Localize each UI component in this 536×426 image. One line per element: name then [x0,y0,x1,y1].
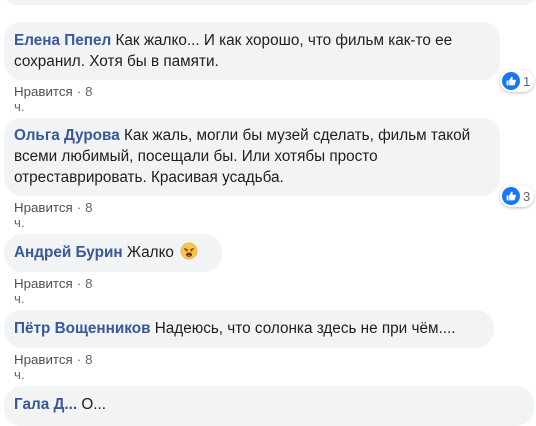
like-link[interactable]: Нравится [14,352,73,367]
comment-meta: Нравится · 8 ч. [14,84,93,114]
comment-author[interactable]: Ольга Дурова [14,127,120,144]
comment-author[interactable]: Елена Пепел [14,32,111,49]
comment-text: Как жаль, могли бы музей сделать, фильм … [123,127,471,144]
comment-meta: Нравится · 8 ч. [14,200,93,230]
comment-meta: Нравится · 8 ч. [14,276,93,306]
like-link[interactable]: Нравится [14,200,73,215]
comment-text: отреставрировать. Красивая усадьба. [14,169,284,186]
comment-bubble: Пётр Вощенников Надеюсь, что солонка зде… [4,310,494,348]
reactions-count: 1 [523,73,531,89]
separator-dot: · [76,84,82,99]
reactions-badge[interactable]: 3 [500,185,535,207]
separator-dot: · [76,352,82,367]
separator-dot: · [76,276,82,291]
comment-bubble: Ольга Дурова Как жаль, могли бы музей сд… [4,118,500,196]
comment-author[interactable]: Гала Д... [14,396,77,413]
comment-author[interactable]: Пётр Вощенников [14,320,150,337]
like-icon [502,72,520,90]
previous-comment-bubble [4,0,536,5]
weary-face-icon [180,242,198,260]
reactions-badge[interactable]: 1 [500,70,535,92]
comment-text: Жалко [126,244,174,261]
comment-bubble: Андрей Бурин Жалко [4,234,222,272]
comment-meta: Нравится · 8 ч. [14,352,93,382]
comment-text: всеми любимый, посещали бы. Или хотябы п… [14,148,378,165]
comment-author[interactable]: Андрей Бурин [14,244,123,261]
separator-dot: · [76,200,82,215]
like-link[interactable]: Нравится [14,276,73,291]
comment-text: О... [81,396,107,413]
like-link[interactable]: Нравится [14,84,73,99]
comment-text: сохранил. Хотя бы в памяти. [14,53,219,70]
like-icon [502,187,520,205]
comment-text: Как жалко... И как хорошо, что фильм как… [115,32,453,49]
comment-bubble: Гала Д... О... [4,386,534,426]
comment-text: Надеюсь, что солонка здесь не при чём...… [154,320,456,337]
comment-bubble: Елена Пепел Как жалко... И как хорошо, ч… [4,22,500,80]
reactions-count: 3 [523,188,531,204]
